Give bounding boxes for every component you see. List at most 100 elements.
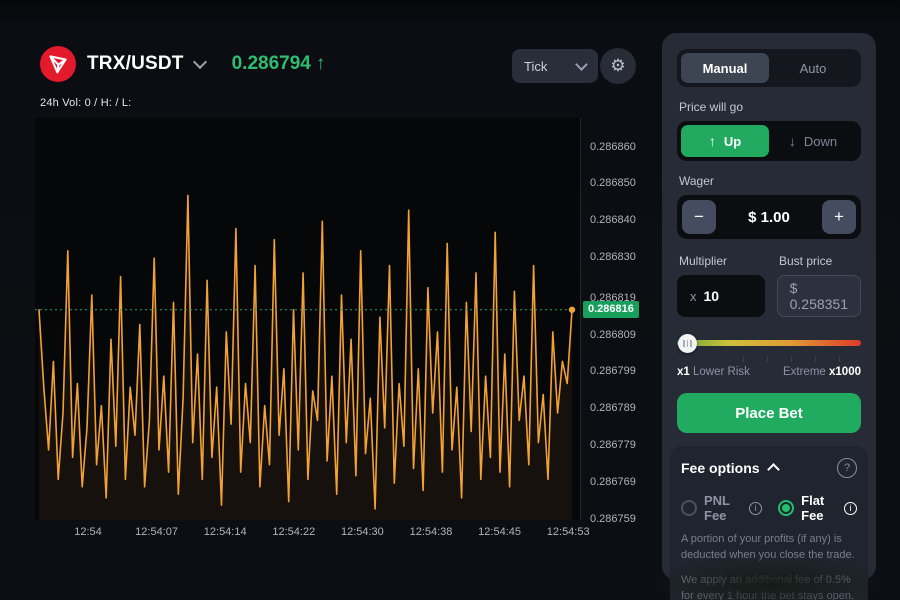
question-mark-icon: ? [844, 462, 850, 474]
interval-value: Tick [524, 59, 547, 74]
handle-grip [690, 340, 692, 347]
price-up-arrow-icon: ↑ [316, 53, 326, 75]
fee-help-button[interactable]: ? [837, 458, 857, 478]
risk-min: x1 Lower Risk [677, 366, 750, 378]
multiplier-input[interactable]: x 10 [677, 275, 765, 317]
risk-min-label: Lower Risk [693, 366, 750, 378]
time-axis-label: 12:54:07 [135, 526, 178, 538]
risk-slider [677, 334, 861, 353]
down-button-label: Down [804, 134, 837, 149]
interval-dropdown[interactable]: Tick [512, 49, 598, 83]
multiplier-prefix: x [690, 289, 697, 304]
flat-fee-option[interactable]: Flat Fee i [778, 493, 857, 523]
wager-stepper: − $ 1.00 + [677, 195, 861, 239]
time-axis-label: 12:54:22 [272, 526, 315, 538]
plus-icon: + [834, 207, 844, 227]
risk-max-label: Extreme [783, 366, 826, 378]
flat-fee-radio[interactable] [778, 500, 794, 516]
price-axis-label: 0.286799 [590, 365, 636, 377]
bust-price-label: Bust price [779, 254, 832, 268]
flat-fee-info-icon[interactable]: i [844, 502, 857, 515]
multiplier-value: 10 [704, 288, 720, 304]
handle-grip [687, 340, 689, 347]
handle-grip [683, 340, 685, 347]
time-axis-label: 12:54:53 [547, 526, 590, 538]
inputs-labels: Multiplier Bust price [679, 254, 859, 268]
tron-glyph [47, 53, 69, 75]
gear-icon: ⚙ [610, 56, 625, 76]
price-axis-label: 0.286759 [590, 513, 636, 525]
fee-description-2: We apply an additional fee of 0.5% for e… [681, 573, 857, 600]
last-tick-dot [569, 307, 575, 313]
tab-manual[interactable]: Manual [681, 53, 769, 83]
inputs-row: x 10 $ 0.258351 [677, 275, 861, 317]
direction-toggle: ↑ Up ↓ Down [677, 121, 861, 161]
up-button[interactable]: ↑ Up [681, 125, 769, 157]
bet-panel: Manual Auto Price will go ↑ Up ↓ Down Wa… [662, 33, 876, 580]
fee-options-toggle[interactable]: Fee options [681, 460, 778, 476]
price-axis-label: 0.286850 [590, 177, 636, 189]
price-axis-label: 0.286840 [590, 214, 636, 226]
direction-label: Price will go [679, 100, 859, 114]
wager-increase-button[interactable]: + [822, 200, 856, 234]
last-price: 0.286794 ↑ [232, 53, 326, 75]
pair-header: TRX/USDT 0.286794 ↑ [40, 46, 325, 82]
interval-chevron-down-icon [575, 58, 588, 71]
pnl-fee-radio[interactable] [681, 500, 697, 516]
risk-slider-ticks [677, 356, 861, 363]
chevron-up-icon [767, 463, 780, 476]
fee-options-card: Fee options ? PNL Fee i Flat Fee i [670, 446, 868, 600]
risk-slider-handle[interactable] [678, 334, 697, 353]
fee-description-1: A portion of your profits (if any) is de… [681, 532, 857, 564]
minus-icon: − [694, 207, 704, 227]
info-glyph: i [850, 503, 852, 513]
chart-canvas[interactable] [35, 118, 580, 520]
time-axis-label: 12:54:30 [341, 526, 384, 538]
pnl-fee-info-icon[interactable]: i [749, 502, 762, 515]
price-axis-label: 0.286819 [590, 292, 636, 304]
bust-price-value: $ 0.258351 [790, 280, 848, 312]
price-axis-label: 0.286789 [590, 402, 636, 414]
time-axis-label: 12:54:14 [204, 526, 247, 538]
risk-max-mult: x1000 [829, 366, 861, 378]
pair-chevron-down-icon[interactable] [193, 54, 207, 68]
flat-fee-label: Flat Fee [801, 493, 837, 523]
chart-settings-button[interactable]: ⚙ [600, 48, 636, 84]
risk-slider-track[interactable] [677, 340, 861, 346]
price-axis-label: 0.286809 [590, 329, 636, 341]
pair-title[interactable]: TRX/USDT [87, 53, 184, 75]
time-axis-label: 12:54:45 [478, 526, 521, 538]
place-bet-button[interactable]: Place Bet [677, 393, 861, 433]
risk-labels: x1 Lower Risk Extreme x1000 [677, 366, 861, 378]
trx-logo-icon [40, 46, 76, 82]
pnl-fee-label: PNL Fee [704, 493, 742, 523]
info-glyph: i [755, 503, 757, 513]
risk-max: Extreme x1000 [783, 366, 861, 378]
up-arrow-icon: ↑ [709, 133, 716, 149]
market-stats: 24h Vol: 0 / H: / L: [40, 97, 131, 109]
down-button[interactable]: ↓ Down [769, 125, 857, 157]
fee-type-radios: PNL Fee i Flat Fee i [681, 493, 857, 523]
time-axis-label: 12:54 [74, 526, 102, 538]
price-axis-label: 0.286860 [590, 141, 636, 153]
pnl-fee-option[interactable]: PNL Fee i [681, 493, 762, 523]
time-axis: 12:54 12:54:07 12:54:14 12:54:22 12:54:30 12:… [35, 526, 580, 544]
up-button-label: Up [724, 134, 741, 149]
risk-min-mult: x1 [677, 366, 690, 378]
mode-tabs: Manual Auto [677, 49, 861, 87]
time-axis-label: 12:54:38 [410, 526, 453, 538]
fee-options-title: Fee options [681, 460, 760, 476]
price-axis-label: 0.286769 [590, 476, 636, 488]
price-axis: 0.286816 0.2868600.2868500.2868400.28683… [580, 118, 657, 520]
bust-price-input[interactable]: $ 0.258351 [777, 275, 861, 317]
wager-decrease-button[interactable]: − [682, 200, 716, 234]
tab-auto[interactable]: Auto [769, 53, 857, 83]
wager-label: Wager [679, 174, 859, 188]
last-price-value: 0.286794 [232, 53, 311, 75]
multiplier-label: Multiplier [679, 254, 767, 268]
wager-value[interactable]: $ 1.00 [748, 209, 790, 226]
down-arrow-icon: ↓ [789, 133, 796, 149]
price-chart[interactable]: 17 [35, 118, 580, 520]
trade-page: TRX/USDT 0.286794 ↑ 24h Vol: 0 / H: / L:… [0, 0, 900, 600]
price-axis-label: 0.286830 [590, 251, 636, 263]
